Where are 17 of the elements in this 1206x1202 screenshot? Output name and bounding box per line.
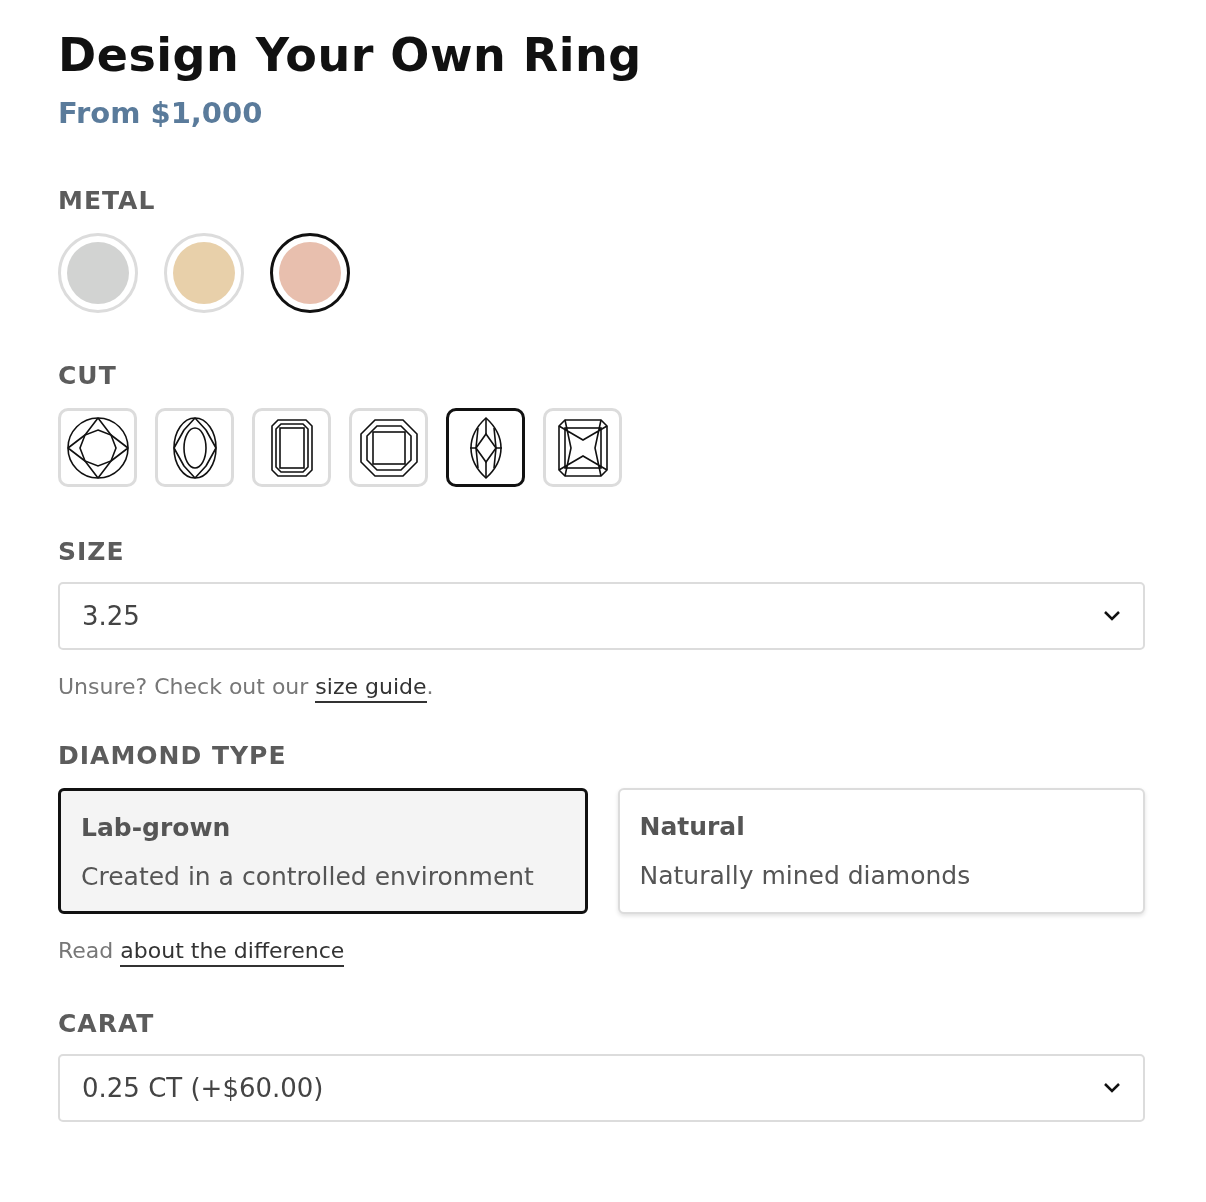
page-title: Design Your Own Ring [58,28,643,82]
cut-option[interactable] [446,408,525,487]
section-label: SIZE [58,537,126,566]
diamond-type-option[interactable]: Natural Naturally mined diamonds [617,788,1145,914]
size-guide-link[interactable]: size guide [315,674,427,703]
section-label: DIAMOND TYPE [58,741,288,770]
round-diamond-icon [65,415,130,480]
chevron-down-icon [1103,1082,1121,1094]
price-text: From $1,000 [58,96,264,130]
section-label: CARAT [58,1009,156,1038]
chevron-down-icon [1103,610,1121,622]
carat-select[interactable]: 0.25 CT (+$60.00) [58,1054,1145,1122]
size-select[interactable]: 3.25 [58,582,1145,650]
section-label: CUT [58,361,118,390]
diamond-type-option[interactable]: Lab-grown Created in a controlled environment [58,788,588,914]
section-label: METAL [58,186,157,215]
difference-link[interactable]: about the difference [120,938,345,967]
